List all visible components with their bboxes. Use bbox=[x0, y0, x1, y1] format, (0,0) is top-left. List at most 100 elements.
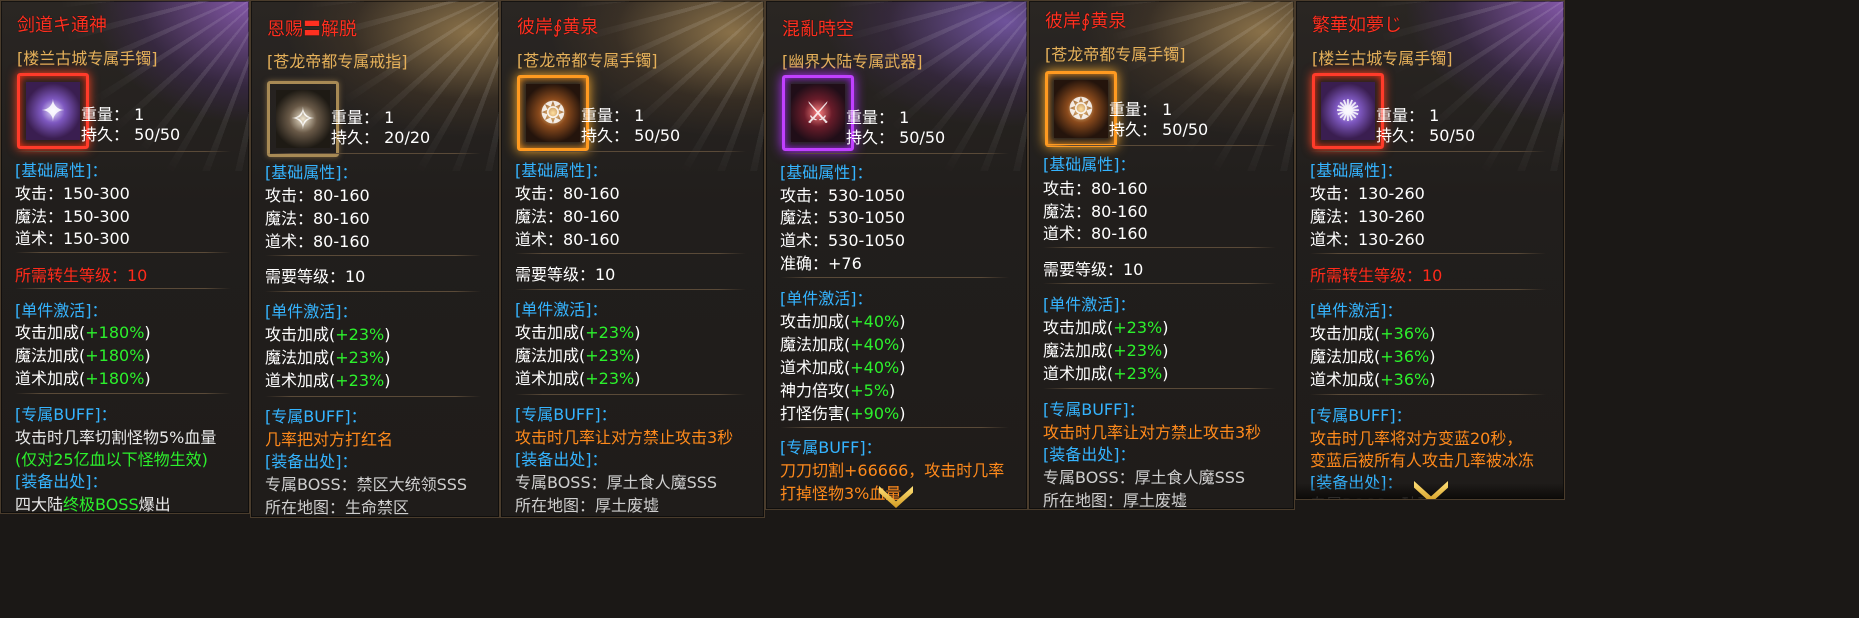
base-magic: 魔法：530-1050 bbox=[780, 208, 906, 227]
base-attack: 攻击：80-160 bbox=[515, 184, 620, 203]
base-taoism: 道术：130-260 bbox=[1310, 230, 1425, 249]
divider bbox=[1043, 388, 1276, 389]
item-tooltip-4: 混亂時空 [幽界大陆专属武器] ⚔ 重量： 1 持久： 50/50 [基础属性]… bbox=[765, 0, 1028, 510]
item-durability: 持久： 50/50 bbox=[1109, 120, 1209, 139]
set-bonus-line: 魔法加成(+180%) bbox=[15, 346, 151, 365]
set-bonus-line: 打怪伤害(+90%) bbox=[780, 404, 906, 423]
base-magic: 魔法：130-260 bbox=[1310, 207, 1425, 226]
item-durability: 持久： 20/20 bbox=[331, 128, 431, 147]
set-bonus-line: 道术加成(+36%) bbox=[1310, 370, 1436, 389]
set-bonus-line: 道术加成(+180%) bbox=[15, 369, 151, 388]
buff-description: 攻击时几率让对方禁止攻击3秒 bbox=[515, 428, 734, 447]
requirement: 所需转生等级：10 bbox=[15, 266, 148, 285]
divider bbox=[515, 253, 746, 254]
item-tooltip-2: 恩赐〓解脱 [苍龙帝都专属戒指] ✧ 重量： 1 持久： 20/20 [基础属性… bbox=[250, 0, 500, 518]
set-bonus-line: 魔法加成(+23%) bbox=[515, 346, 641, 365]
item-origin: [楼兰古城专属手镯] bbox=[1312, 49, 1453, 68]
base-attack: 攻击：530-1050 bbox=[780, 186, 906, 205]
set-bonus-line: 攻击加成(+40%) bbox=[780, 312, 906, 331]
base-attributes-header: [基础属性]： bbox=[15, 161, 108, 180]
divider bbox=[265, 291, 481, 292]
item-tooltip-6: 繁華如夢じ [楼兰古城专属手镯] ✺ 重量： 1 持久： 50/50 [基础属性… bbox=[1295, 0, 1565, 500]
base-taoism: 道术：80-160 bbox=[515, 230, 620, 249]
item-name: 剑道キ通神 bbox=[17, 15, 107, 36]
divider bbox=[265, 396, 481, 397]
item-name: 彼岸∮黄泉 bbox=[1045, 11, 1127, 32]
divider bbox=[1310, 253, 1546, 254]
base-attributes-header: [基础属性]： bbox=[1310, 161, 1403, 180]
item-name: 恩赐〓解脱 bbox=[267, 19, 357, 40]
base-taoism: 道术：530-1050 bbox=[780, 231, 906, 250]
set-bonus-line: 魔法加成(+23%) bbox=[1043, 341, 1169, 360]
base-attack: 攻击：80-160 bbox=[265, 186, 370, 205]
divider bbox=[780, 427, 1009, 428]
buff-description: 攻击时几率将对方变蓝20秒， bbox=[1310, 429, 1523, 448]
divider bbox=[15, 151, 231, 152]
exclusive-buff-header: [专属BUFF]： bbox=[265, 407, 367, 426]
source-boss: 专属BOSS：厚土食人魔SSS bbox=[1043, 468, 1246, 487]
item-tooltip-3: 彼岸∮黄泉 [苍龙帝都专属手镯] ❂ 重量： 1 持久： 50/50 [基础属性… bbox=[500, 0, 765, 518]
item-name: 繁華如夢じ bbox=[1312, 15, 1402, 36]
base-attributes-header: [基础属性]： bbox=[780, 163, 873, 182]
divider bbox=[15, 393, 231, 394]
divider bbox=[515, 394, 746, 395]
set-bonus-line: 道术加成(+23%) bbox=[1043, 364, 1169, 383]
base-taoism: 道术：150-300 bbox=[15, 229, 130, 248]
base-attack: 攻击：150-300 bbox=[15, 184, 130, 203]
exclusive-buff-header: [专属BUFF]： bbox=[1043, 400, 1145, 419]
set-activation-header: [单件激活]： bbox=[780, 289, 873, 308]
set-bonus-line: 道术加成(+23%) bbox=[515, 369, 641, 388]
item-name: 彼岸∮黄泉 bbox=[517, 17, 599, 38]
divider bbox=[1043, 145, 1276, 146]
item-durability: 持久： 50/50 bbox=[81, 125, 181, 144]
set-bonus-line: 道术加成(+40%) bbox=[780, 358, 906, 377]
set-activation-header: [单件激活]： bbox=[15, 301, 108, 320]
base-accuracy: 准确：+76 bbox=[780, 254, 862, 273]
set-bonus-line: 神力倍攻(+5%) bbox=[780, 381, 896, 400]
set-bonus-line: 道术加成(+23%) bbox=[265, 371, 391, 390]
item-durability: 持久： 50/50 bbox=[846, 128, 946, 147]
buff-note: (仅对25亿血以下怪物生效) bbox=[15, 450, 208, 469]
base-magic: 魔法：80-160 bbox=[265, 209, 370, 228]
set-bonus-line: 魔法加成(+36%) bbox=[1310, 347, 1436, 366]
bracelet-icon: ❂ bbox=[1045, 71, 1117, 147]
base-attributes-header: [基础属性]： bbox=[265, 163, 358, 182]
set-activation-header: [单件激活]： bbox=[265, 302, 358, 321]
buff-description: 几率把对方打红名 bbox=[265, 430, 394, 449]
source-header: [装备出处]： bbox=[1043, 445, 1136, 464]
exclusive-buff-header: [专属BUFF]： bbox=[15, 405, 117, 424]
set-activation-header: [单件激活]： bbox=[515, 300, 608, 319]
bracelet-icon: ✦ bbox=[17, 73, 89, 149]
divider bbox=[265, 255, 481, 256]
source-header: [装备出处]： bbox=[515, 450, 608, 469]
source-map: 所在地图：厚土废墟 bbox=[1043, 491, 1188, 510]
exclusive-buff-header: [专属BUFF]： bbox=[780, 438, 882, 457]
divider bbox=[15, 252, 231, 253]
ring-icon: ✧ bbox=[267, 81, 339, 157]
item-origin: [苍龙帝都专属手镯] bbox=[517, 51, 658, 70]
divider bbox=[1043, 247, 1276, 248]
sword-icon: ⚔ bbox=[782, 75, 854, 151]
source-line: 四大陆终极BOSS爆出 bbox=[15, 495, 171, 514]
base-attack: 攻击：130-260 bbox=[1310, 184, 1425, 203]
divider bbox=[515, 151, 746, 152]
buff-description: 攻击时几率切割怪物5%血量 bbox=[15, 428, 217, 447]
source-header: [装备出处]： bbox=[15, 472, 108, 491]
base-magic: 魔法：150-300 bbox=[15, 207, 130, 226]
item-origin: [苍龙帝都专属戒指] bbox=[267, 52, 408, 71]
divider bbox=[515, 289, 746, 290]
divider bbox=[1043, 283, 1276, 284]
buff-description-2: 变蓝后被所有人攻击几率被冰冻 bbox=[1310, 451, 1535, 470]
set-bonus-line: 魔法加成(+23%) bbox=[265, 348, 391, 367]
base-attributes-header: [基础属性]： bbox=[515, 161, 608, 180]
buff-description: 攻击时几率让对方禁止攻击3秒 bbox=[1043, 423, 1262, 442]
bracelet-icon: ❂ bbox=[517, 75, 589, 151]
exclusive-buff-header: [专属BUFF]： bbox=[1310, 406, 1412, 425]
set-bonus-line: 攻击加成(+23%) bbox=[265, 325, 391, 344]
base-taoism: 道术：80-160 bbox=[1043, 224, 1148, 243]
item-origin: [苍龙帝都专属手镯] bbox=[1045, 45, 1186, 64]
item-durability: 持久： 50/50 bbox=[581, 126, 681, 145]
divider bbox=[15, 288, 231, 289]
set-bonus-line: 攻击加成(+23%) bbox=[1043, 318, 1169, 337]
item-durability: 持久： 50/50 bbox=[1376, 126, 1476, 145]
